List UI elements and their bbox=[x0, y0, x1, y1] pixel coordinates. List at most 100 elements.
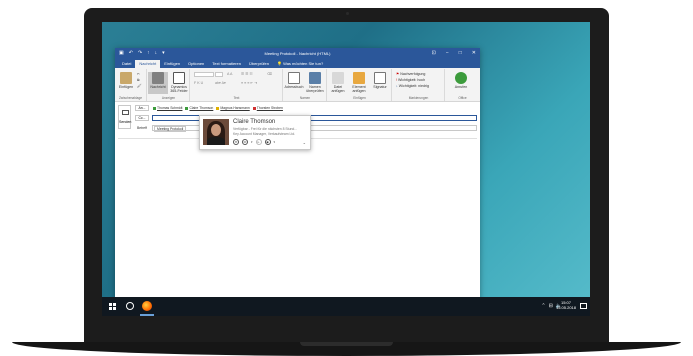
presence-icon bbox=[185, 106, 189, 110]
dynamics-group: Nachricht Dynamics 365-Felder Anzeigen bbox=[148, 69, 190, 101]
expand-card-icon[interactable]: ⌄ bbox=[303, 140, 306, 145]
clipboard-group-label: Zwischenablage bbox=[118, 96, 143, 100]
send-button[interactable]: Senden bbox=[118, 105, 131, 129]
recipient-thorsten[interactable]: Thorsten Stroben bbox=[252, 106, 283, 110]
tab-nachricht[interactable]: Nachricht bbox=[135, 60, 161, 68]
signature-button[interactable]: Signatur bbox=[370, 72, 390, 89]
followup-label: Nachverfolgung bbox=[400, 72, 426, 76]
notifications-icon[interactable] bbox=[580, 303, 587, 309]
contact-name: Claire Thomson bbox=[233, 119, 276, 125]
presence-icon bbox=[252, 106, 256, 110]
message-icon bbox=[152, 72, 164, 84]
contact-actions: ✉ ☏ ▾ ▶ ◉ ▾ bbox=[233, 139, 275, 145]
maximize-button[interactable]: □ bbox=[459, 50, 462, 56]
close-button[interactable]: ✕ bbox=[472, 50, 476, 56]
font-size-input[interactable] bbox=[215, 72, 223, 77]
tell-me-search[interactable]: 💡 Was möchten Sie tun? bbox=[273, 60, 327, 68]
high-importance-label: Wichtigkeit: hoch bbox=[398, 78, 426, 82]
cut-icon[interactable]: ✂ bbox=[137, 72, 140, 76]
video-icon[interactable]: ▶ bbox=[255, 139, 262, 145]
low-importance-label: Wichtigkeit: niedrig bbox=[398, 84, 429, 88]
to-button[interactable]: An... bbox=[135, 105, 149, 111]
subject-label: Betreff bbox=[137, 126, 147, 130]
recipients-line[interactable]: Thomas Schmidt Claire Thomson Magnus Han… bbox=[153, 106, 283, 110]
signature-icon bbox=[374, 72, 386, 84]
outlook-message-window: ▣ ↶ ↷ ↑ ↓ ▾ Meeting Protokoll - Nachrich… bbox=[115, 48, 480, 311]
high-importance-button[interactable]: ! Wichtigkeit: hoch bbox=[396, 78, 425, 82]
call-icon[interactable]: ☏ bbox=[242, 139, 248, 145]
tab-einfuegen[interactable]: Einfügen bbox=[160, 60, 184, 68]
cc-button[interactable]: Cc... bbox=[135, 115, 149, 121]
message-body[interactable] bbox=[118, 138, 477, 308]
copy-icon[interactable]: ⧉ bbox=[137, 78, 140, 82]
laptop-scene: ▣ ↶ ↷ ↑ ↓ ▾ Meeting Protokoll - Nachrich… bbox=[0, 0, 693, 356]
ribbon-tabs: Datei Nachricht Einfügen Optionen Text f… bbox=[115, 59, 480, 68]
paste-label: Einfügen bbox=[118, 85, 134, 89]
network-icon[interactable]: ⊟ bbox=[549, 303, 553, 309]
tab-optionen[interactable]: Optionen bbox=[184, 60, 208, 68]
addressbook-icon bbox=[288, 72, 300, 84]
windows-start-icon[interactable] bbox=[109, 303, 116, 310]
photo-face bbox=[211, 124, 221, 136]
nachricht-label: Nachricht bbox=[150, 85, 166, 89]
nachricht-button[interactable]: Nachricht bbox=[148, 72, 168, 94]
paperclip-icon bbox=[332, 72, 344, 84]
attach-item-icon bbox=[353, 72, 365, 84]
low-importance-button[interactable]: ↓ Wichtigkeit: niedrig bbox=[396, 84, 429, 88]
check-names-label: Namen überprüfen bbox=[306, 85, 324, 93]
contact-photo bbox=[203, 119, 229, 145]
fields-icon bbox=[173, 72, 185, 84]
dynamics-group-label: Anzeigen bbox=[161, 96, 176, 100]
list-buttons[interactable]: ☰ ☰ ☷ bbox=[241, 72, 253, 76]
active-app-indicator bbox=[140, 314, 154, 316]
names-group-label: Namen bbox=[299, 96, 311, 100]
chevron-up-icon[interactable]: ⌃ bbox=[541, 303, 545, 309]
recipient-thomas[interactable]: Thomas Schmidt bbox=[153, 106, 182, 110]
subject-value[interactable]: Meeting Protokoll bbox=[154, 126, 187, 132]
clock[interactable]: 15:07 15.05.2018 bbox=[556, 300, 576, 310]
clear-format-icon[interactable]: ⌫ bbox=[267, 72, 272, 76]
tab-ueberpruefen[interactable]: Überprüfen bbox=[245, 60, 273, 68]
highlight-icon[interactable]: ab▾ A▾ bbox=[215, 81, 226, 85]
clipboard-group: Einfügen ✂ ⧉ 🖌 Zwischenablage bbox=[115, 69, 147, 101]
font-name-input[interactable] bbox=[194, 72, 214, 77]
dynamics-fields-button[interactable]: Dynamics 365-Felder bbox=[169, 72, 189, 93]
tab-datei[interactable]: Datei bbox=[118, 60, 135, 68]
addressbook-button[interactable]: Adressbuch bbox=[284, 72, 304, 89]
im-icon[interactable]: ◉ bbox=[264, 139, 271, 145]
followup-button[interactable]: ⚑ Nachverfolgung bbox=[396, 72, 425, 76]
attach-item-button[interactable]: Element anfügen bbox=[349, 72, 369, 93]
ribbon: Einfügen ✂ ⧉ 🖌 Zwischenablage Nachricht bbox=[115, 68, 480, 102]
minimize-button[interactable]: − bbox=[446, 50, 449, 56]
dynamics-fields-label: Dynamics 365-Felder bbox=[170, 85, 188, 93]
signature-label: Signatur bbox=[373, 85, 387, 89]
recipient-claire[interactable]: Claire Thomson bbox=[185, 106, 213, 110]
check-names-button[interactable]: Namen überprüfen bbox=[305, 72, 325, 93]
bold-italic-underline[interactable]: F K U bbox=[194, 81, 203, 85]
format-painter-icon[interactable]: 🖌 bbox=[137, 84, 142, 88]
tab-text-formatieren[interactable]: Text formatieren bbox=[208, 60, 245, 68]
paste-button[interactable]: Einfügen bbox=[116, 72, 136, 89]
task-view-icon[interactable] bbox=[126, 302, 134, 310]
font-size-buttons[interactable]: A A bbox=[227, 72, 232, 76]
call-button[interactable]: Anrufen bbox=[451, 72, 471, 89]
office-group-label: Office bbox=[458, 96, 467, 100]
taskbar: ⌃ ⊟ 🔈 15:07 15.05.2018 bbox=[102, 297, 590, 316]
im-dropdown-icon[interactable]: ▾ bbox=[274, 140, 276, 144]
ribbon-display-button[interactable]: ⊡ bbox=[432, 50, 436, 56]
photo-body bbox=[207, 137, 225, 145]
text-group-label: Text bbox=[233, 96, 240, 100]
call-dropdown-icon[interactable]: ▾ bbox=[251, 140, 253, 144]
high-importance-icon: ! bbox=[396, 78, 397, 82]
recipient-magnus[interactable]: Magnus Hansmann bbox=[216, 106, 250, 110]
clock-date: 15.05.2018 bbox=[555, 305, 576, 310]
attach-file-button[interactable]: Datei anfügen bbox=[328, 72, 348, 93]
contact-status: Verfügbar - Frei für die nächsten 8 Stun… bbox=[233, 127, 298, 131]
recipient-name: Magnus Hansmann bbox=[220, 106, 250, 110]
webcam bbox=[346, 12, 349, 15]
call-label: Anrufen bbox=[454, 85, 468, 89]
mail-icon[interactable]: ✉ bbox=[233, 139, 239, 145]
align-buttons[interactable]: ≡ ≡ ≡ ⇤ ⇥ bbox=[241, 81, 257, 85]
firefox-icon[interactable] bbox=[142, 301, 152, 311]
window-controls: ⊡ − □ ✕ bbox=[432, 50, 476, 56]
